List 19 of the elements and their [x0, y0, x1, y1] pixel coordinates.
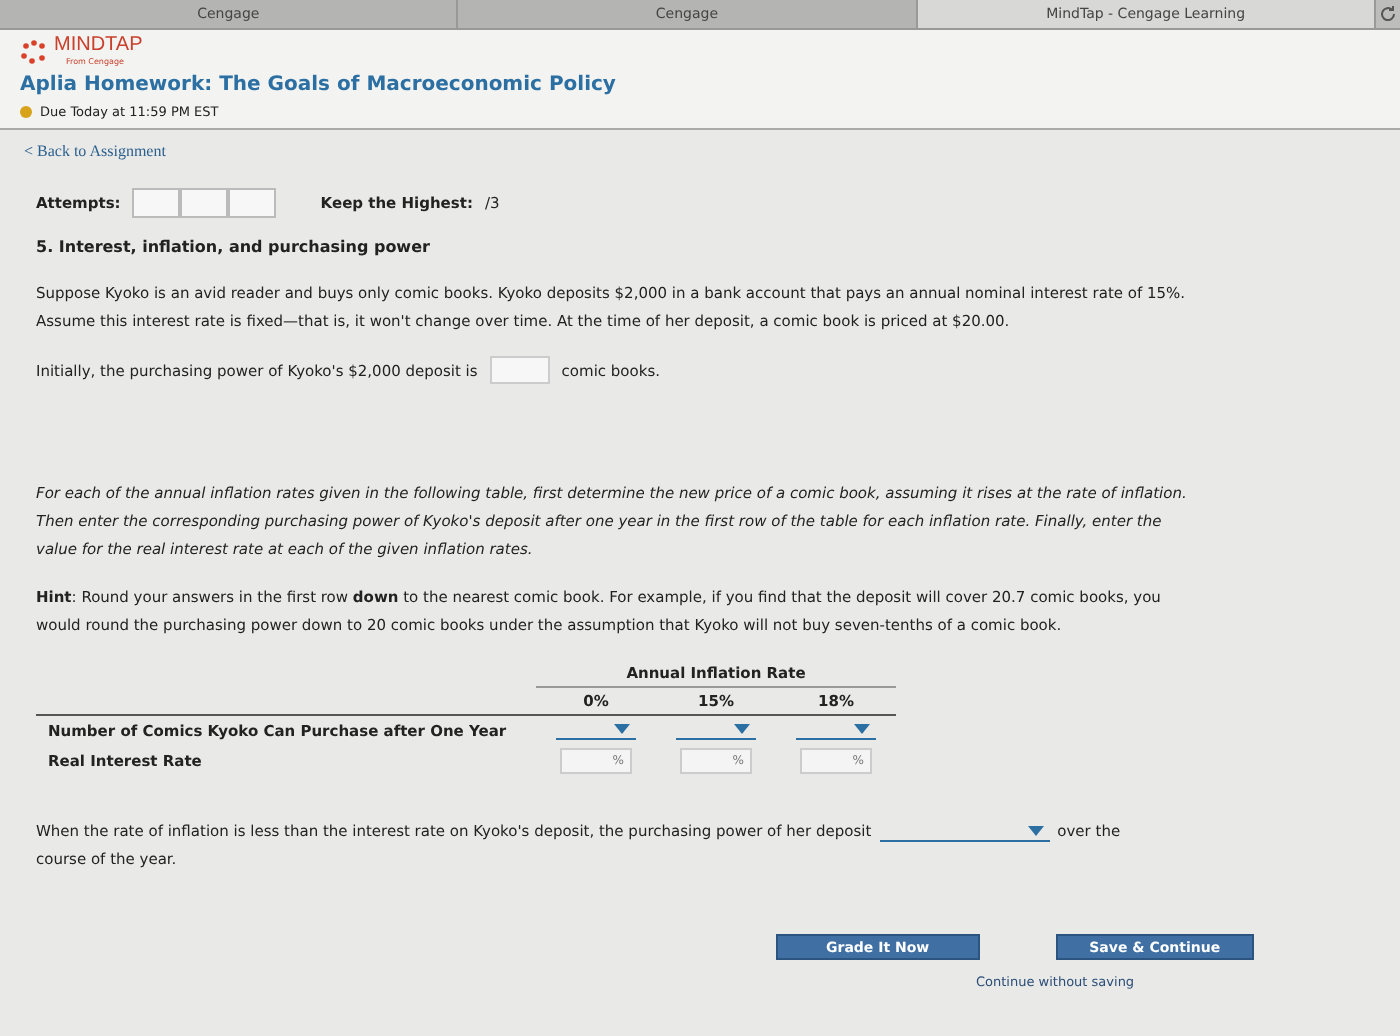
caret-icon — [854, 724, 870, 734]
dropdown-field[interactable] — [879, 822, 1050, 842]
dropdown-field[interactable] — [556, 720, 636, 740]
answer-field[interactable] — [489, 356, 550, 384]
back-link[interactable]: < Back to Assignment — [24, 142, 1376, 160]
question-title: 5. Interest, inflation, and purchasing power — [36, 238, 432, 256]
attempt-box — [132, 188, 181, 218]
reload-icon[interactable] — [1375, 4, 1400, 24]
caret-icon — [1027, 826, 1044, 836]
dropdown-field[interactable] — [676, 720, 756, 740]
logo-icon — [20, 39, 48, 63]
caret-icon — [734, 724, 750, 734]
due-status-icon — [20, 106, 32, 118]
assignment-title: Aplia Homework: The Goals of Macroeconomic Policy — [20, 74, 618, 96]
attempt-box — [180, 188, 229, 218]
caret-icon — [614, 724, 630, 734]
attempt-box — [228, 188, 277, 218]
dropdown-field[interactable] — [796, 720, 876, 740]
brand-name: MINDTAP — [54, 36, 143, 56]
